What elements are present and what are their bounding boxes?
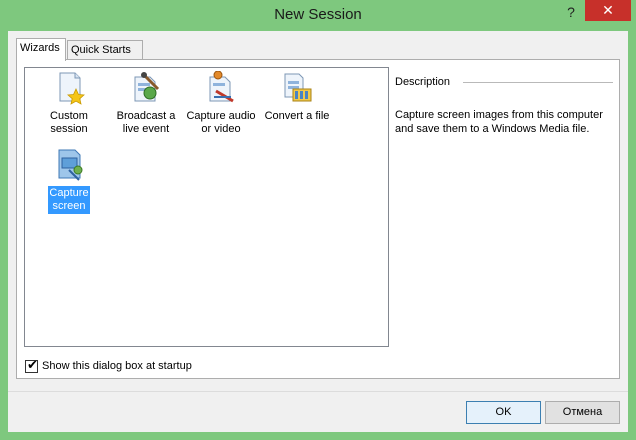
footer-divider: [8, 391, 628, 392]
tab-wizards[interactable]: Wizards: [16, 38, 66, 61]
wizard-convert-file[interactable]: Convert a file: [261, 71, 333, 124]
wizard-label: Broadcast a live event: [116, 110, 176, 135]
cancel-button[interactable]: Отмена: [545, 401, 620, 424]
broadcast-icon: [134, 72, 160, 102]
description-header: Description: [395, 76, 451, 88]
capture-av-icon: [209, 71, 234, 103]
wizards-panel: Custom session Broadcast a live event Ca…: [16, 59, 620, 379]
show-at-startup-checkbox[interactable]: ✔: [25, 357, 38, 373]
wizard-label: Convert a file: [264, 110, 330, 122]
checkmark-icon: ✔: [27, 357, 38, 372]
new-session-dialog: New Session ? ✕ Wizards Quick Starts Cus…: [0, 0, 636, 440]
custom-session-icon: [59, 72, 85, 105]
wizard-custom-session[interactable]: Custom session: [33, 71, 105, 137]
convert-file-icon: [284, 73, 312, 102]
wizard-label: Custom session: [50, 110, 88, 135]
capture-screen-icon: [58, 149, 83, 181]
show-at-startup-label[interactable]: Show this dialog box at startup: [42, 360, 192, 373]
wizard-label: Capture audio or video: [186, 110, 256, 135]
tab-quick-starts[interactable]: Quick Starts: [67, 40, 143, 60]
help-button[interactable]: ?: [558, 2, 584, 22]
wizard-capture-audio-video[interactable]: Capture audio or video: [185, 71, 257, 137]
wizard-broadcast-live-event[interactable]: Broadcast a live event: [110, 71, 182, 137]
close-button[interactable]: ✕: [585, 0, 631, 21]
ok-button[interactable]: OK: [466, 401, 541, 424]
title-bar[interactable]: New Session ? ✕: [0, 0, 636, 30]
wizard-label: Capture screen: [48, 186, 90, 214]
dialog-client-area: Wizards Quick Starts Custom session Broa…: [8, 31, 628, 432]
wizard-list[interactable]: Custom session Broadcast a live event Ca…: [24, 67, 389, 347]
window-title: New Session: [274, 6, 362, 23]
wizard-capture-screen[interactable]: Capture screen: [33, 148, 105, 214]
description-divider: [463, 82, 613, 83]
description-text: Capture screen images from this computer…: [395, 109, 603, 135]
